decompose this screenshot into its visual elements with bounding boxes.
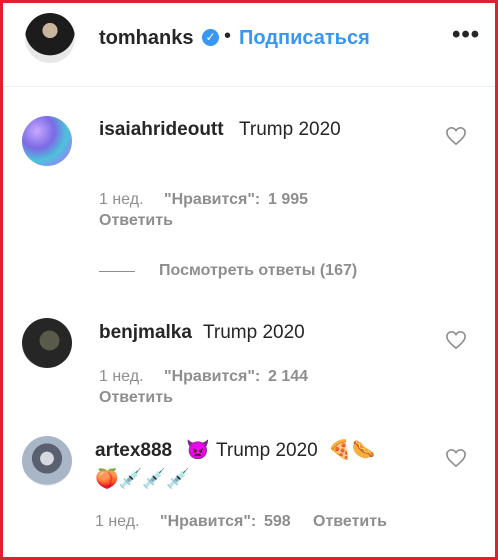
comment-text: Trump 2020 <box>203 322 305 343</box>
emoji-line: 🍑💉💉💉 <box>95 469 190 490</box>
comment-username[interactable]: artex888 <box>95 440 172 462</box>
comment-avatar[interactable] <box>22 318 72 368</box>
reply-button[interactable]: Ответить <box>313 513 387 531</box>
comment-likes-label[interactable]: "Нравится": <box>164 368 260 386</box>
reply-button[interactable]: Ответить <box>99 389 173 407</box>
post-header: tomhanks ✓ • Подписаться ••• <box>3 3 495 87</box>
verified-check-icon: ✓ <box>202 29 219 46</box>
comment-time: 1 нед. <box>95 513 140 530</box>
comment-likes-label[interactable]: "Нравится": <box>160 513 256 531</box>
reply-button[interactable]: Ответить <box>99 212 173 230</box>
comment-text: Trump 2020 <box>239 119 341 140</box>
like-heart-icon[interactable] <box>445 448 467 468</box>
comment-likes-count[interactable]: 1 995 <box>268 191 308 209</box>
separator-dot: • <box>224 25 232 47</box>
comment-avatar[interactable] <box>22 116 72 166</box>
view-replies-button[interactable]: Посмотреть ответы (167) <box>159 262 357 280</box>
comment-time: 1 нед. <box>99 191 144 208</box>
comment-likes-count[interactable]: 2 144 <box>268 368 308 386</box>
devil-emoji: 👿 <box>186 440 210 461</box>
like-heart-icon[interactable] <box>445 330 467 350</box>
replies-divider <box>99 271 135 272</box>
avatar[interactable] <box>25 13 75 63</box>
comment-username[interactable]: isaiahrideoutt <box>99 119 224 141</box>
follow-button[interactable]: Подписаться <box>239 27 370 50</box>
comment-likes-count[interactable]: 598 <box>264 513 291 531</box>
food-emojis: 🍕🌭 <box>328 440 376 461</box>
like-heart-icon[interactable] <box>445 126 467 146</box>
comment-username[interactable]: benjmalka <box>99 322 192 344</box>
comment-likes-label[interactable]: "Нравится": <box>164 191 260 209</box>
comment-avatar[interactable] <box>22 436 72 486</box>
comment-text: Trump 2020 <box>216 440 318 461</box>
comment-time: 1 нед. <box>99 368 144 385</box>
more-options-icon[interactable]: ••• <box>452 21 480 49</box>
post-author-username[interactable]: tomhanks <box>99 27 193 50</box>
